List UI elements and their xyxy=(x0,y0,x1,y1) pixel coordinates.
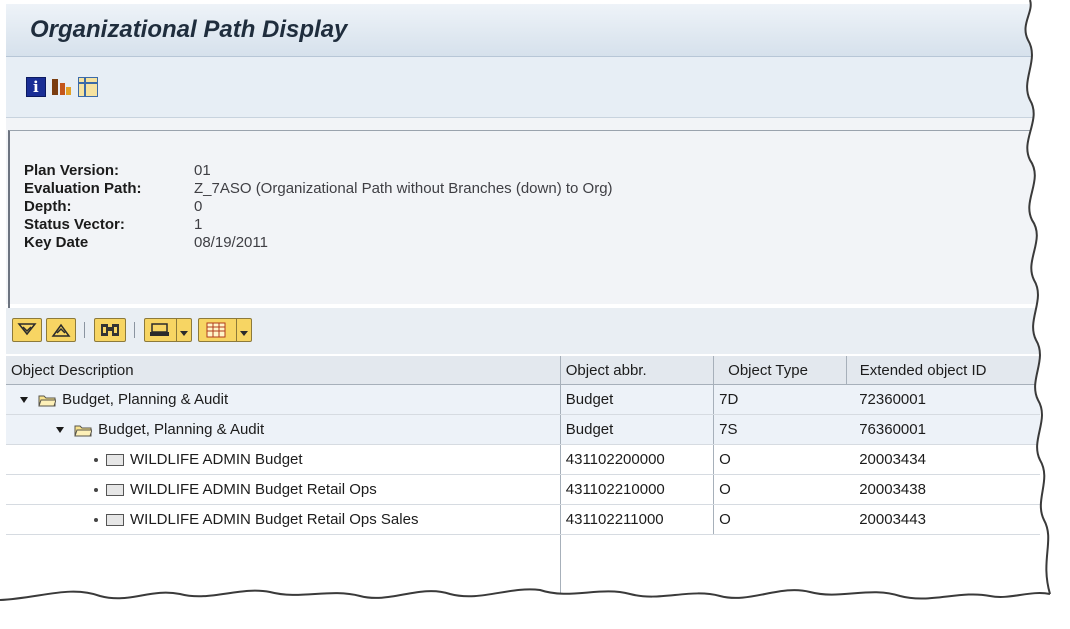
torn-edge-decoration xyxy=(0,0,1070,629)
